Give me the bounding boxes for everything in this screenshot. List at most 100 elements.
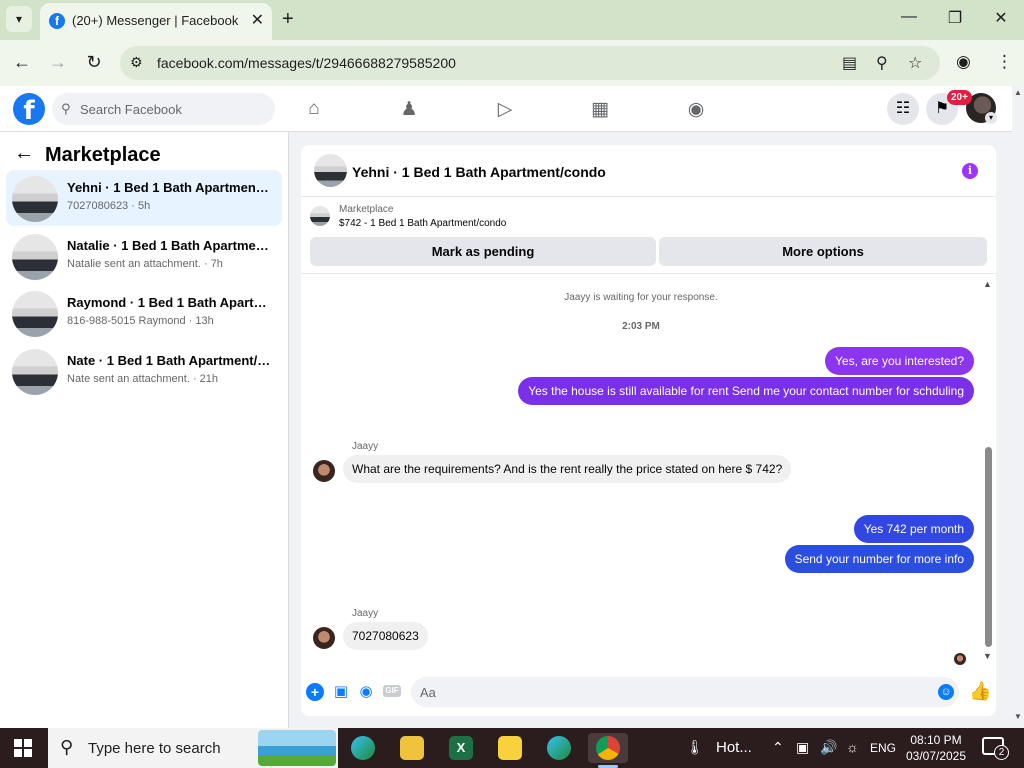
conversation-title: Natalie · 1 Bed 1 Bath Apartment/c... <box>67 238 272 253</box>
meet-now-icon[interactable]: ▣ <box>796 739 809 756</box>
address-bar[interactable]: ⚙ facebook.com/messages/t/29466688279585… <box>120 46 940 80</box>
menu-grid-icon[interactable]: ☷ <box>887 93 919 125</box>
conversation-subtitle: 7027080623 · 5h <box>67 200 151 212</box>
message-composer: + ▣ ◉ GIF ☺ 👍 <box>301 674 996 716</box>
marketplace-icon[interactable]: ▦ <box>588 98 612 120</box>
browser-tab[interactable]: f (20+) Messenger | Facebook ✕ <box>40 3 272 40</box>
zoom-icon[interactable]: ⚲ <box>876 53 888 73</box>
action-center-count: 2 <box>994 745 1009 760</box>
taskbar-file-explorer[interactable] <box>392 733 432 763</box>
incoming-message[interactable]: What are the requirements? And is the re… <box>343 455 792 483</box>
scroll-down-icon[interactable]: ▼ <box>983 651 992 661</box>
emoji-icon[interactable]: ☺ <box>938 684 954 700</box>
new-tab-icon[interactable]: + <box>282 8 294 31</box>
taskbar-edge[interactable] <box>343 733 383 763</box>
sticker-icon[interactable]: ◉ <box>357 683 375 701</box>
folder-icon <box>400 736 424 760</box>
taskbar-sticky-notes[interactable] <box>490 733 530 763</box>
volume-icon[interactable]: 🔊 <box>820 739 837 756</box>
browser-toolbar: ← → ↻ ⚙ facebook.com/messages/t/29466688… <box>0 40 1024 86</box>
sticky-notes-icon <box>498 736 522 760</box>
browser-menu-icon[interactable]: ⋮ <box>996 52 1013 72</box>
weather-thermometer-icon[interactable]: 🌡 <box>686 739 704 756</box>
bookmark-star-icon[interactable]: ☆ <box>908 53 922 73</box>
account-chevron-down-icon[interactable]: ▾ <box>985 112 997 124</box>
conversation-item[interactable]: Raymond · 1 Bed 1 Bath Apartmen... 816-9… <box>6 285 282 341</box>
taskbar-edge-profile[interactable] <box>539 733 579 763</box>
search-highlight-image[interactable] <box>258 730 336 766</box>
maximize-icon[interactable]: ❐ <box>940 8 970 28</box>
facebook-favicon-icon: f <box>49 13 65 29</box>
tab-close-icon[interactable]: ✕ <box>251 10 264 30</box>
excel-icon: X <box>449 736 473 760</box>
home-icon[interactable]: ⌂ <box>302 98 326 120</box>
sender-avatar[interactable] <box>313 627 335 649</box>
conversation-item[interactable]: Yehni · 1 Bed 1 Bath Apartment/co... 702… <box>6 170 282 226</box>
listing-thumbnail <box>12 291 58 337</box>
info-icon[interactable]: i <box>962 163 978 179</box>
edge-icon <box>351 736 375 760</box>
photo-icon[interactable]: ▣ <box>332 683 350 701</box>
more-options-button[interactable]: More options <box>659 237 987 266</box>
plus-icon[interactable]: + <box>306 683 324 701</box>
thumbs-up-like-icon[interactable]: 👍 <box>969 681 991 702</box>
url-text[interactable]: facebook.com/messages/t/2946668827958520… <box>157 55 456 71</box>
gif-icon[interactable]: GIF <box>383 685 401 697</box>
chat-scrollbar[interactable]: ▲ ▼ <box>981 275 996 667</box>
page-scroll-up-icon[interactable]: ▲ <box>1014 88 1022 97</box>
forward-icon[interactable]: → <box>46 52 70 73</box>
sender-avatar[interactable] <box>313 460 335 482</box>
chat-panel: Yehni · 1 Bed 1 Bath Apartment/condo i M… <box>301 145 996 716</box>
tab-search-chevron-icon[interactable]: ▾ <box>6 6 32 32</box>
page-scroll-down-icon[interactable]: ▼ <box>1014 712 1022 721</box>
outgoing-message[interactable]: Yes, are you interested? <box>825 347 974 375</box>
outgoing-message[interactable]: Send your number for more info <box>784 545 974 573</box>
language-indicator[interactable]: ENG <box>870 741 896 755</box>
chrome-icon <box>596 736 620 760</box>
minimize-icon[interactable]: — <box>894 8 924 26</box>
tray-chevron-up-icon[interactable]: ⌃ <box>772 739 784 756</box>
friends-icon[interactable]: ♟ <box>397 98 421 120</box>
mark-as-pending-button[interactable]: Mark as pending <box>310 237 656 266</box>
back-icon[interactable]: ← <box>10 52 34 73</box>
scroll-thumb[interactable] <box>985 447 992 647</box>
profile-icon[interactable]: ◉ <box>956 52 971 72</box>
weather-text[interactable]: Hot... <box>716 739 752 756</box>
conversation-item[interactable]: Nate · 1 Bed 1 Bath Apartment/con... Nat… <box>6 343 282 399</box>
taskbar-search-icon: ⚲ <box>60 737 74 757</box>
chat-listing-thumbnail[interactable] <box>314 154 347 187</box>
scroll-up-icon[interactable]: ▲ <box>983 279 992 289</box>
facebook-search[interactable]: ⚲ Search Facebook <box>52 93 275 125</box>
taskbar-excel[interactable]: X <box>441 733 481 763</box>
groups-icon[interactable]: ◉ <box>684 98 708 120</box>
back-arrow-icon[interactable]: ← <box>14 142 34 165</box>
taskbar-chrome[interactable] <box>588 733 628 768</box>
incoming-message[interactable]: 7027080623 <box>343 622 428 650</box>
sender-name: Jaayy <box>352 441 379 452</box>
panel-title: Marketplace <box>45 144 161 166</box>
listing-banner: Marketplace $742 - 1 Bed 1 Bath Apartmen… <box>301 197 996 274</box>
facebook-logo-icon[interactable]: f <box>13 93 45 126</box>
taskbar-search-input[interactable]: Type here to search <box>88 740 221 757</box>
network-icon[interactable]: ☼ <box>846 739 859 755</box>
conversation-title: Raymond · 1 Bed 1 Bath Apartmen... <box>67 295 272 310</box>
site-info-icon[interactable]: ⚙ <box>130 54 143 71</box>
reload-icon[interactable]: ↻ <box>82 52 106 73</box>
message-timestamp: 2:03 PM <box>622 321 660 332</box>
chat-title[interactable]: Yehni · 1 Bed 1 Bath Apartment/condo <box>352 164 606 180</box>
listing-thumbnail <box>12 176 58 222</box>
waiting-status-text: Jaayy is waiting for your response. <box>564 292 718 303</box>
message-input[interactable] <box>411 677 959 707</box>
facebook-header: f ⚲ Search Facebook ⌂ ♟ ▷ ▦ ◉ ☷ ⚑ ▾ <box>0 86 1012 132</box>
system-clock[interactable]: 08:10 PM 03/07/2025 <box>904 732 968 764</box>
outgoing-message[interactable]: Yes 742 per month <box>853 515 974 543</box>
window-close-icon[interactable]: ✕ <box>986 8 1016 28</box>
conversation-item[interactable]: Natalie · 1 Bed 1 Bath Apartment/c... Na… <box>6 228 282 284</box>
windows-taskbar: ⚲ Type here to search X 🌡 Hot... ⌃ ▣ 🔊 ☼… <box>0 728 1024 768</box>
facebook-search-input[interactable]: Search Facebook <box>80 102 182 117</box>
windows-start-icon[interactable] <box>14 739 32 757</box>
install-app-icon[interactable]: ▤ <box>842 53 857 73</box>
outgoing-message[interactable]: Yes the house is still available for ren… <box>518 377 974 405</box>
watch-video-icon[interactable]: ▷ <box>493 98 517 120</box>
page-scrollbar[interactable]: ▲ ▼ <box>1012 86 1024 728</box>
